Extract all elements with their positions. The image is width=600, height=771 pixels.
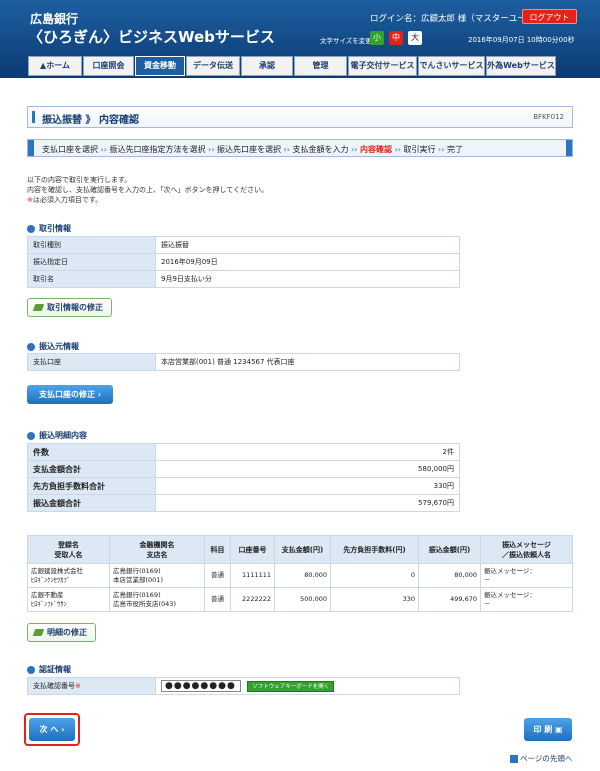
bullet-icon	[27, 665, 35, 674]
table-row: 取引種別 振込振替	[27, 236, 460, 254]
nav-home[interactable]: ▲ホーム	[28, 56, 82, 76]
table-row: 振込金額合計 579,670円	[27, 494, 460, 512]
service-name: 〈ひろぎん〉ビジネスWebサービス	[28, 28, 275, 46]
table-row: 支払確認番号※ ●●●●●●●● ソフトウェアキーボードを開く	[27, 677, 460, 695]
auth-heading: 認証情報	[27, 664, 71, 675]
edit-transaction-button[interactable]: 取引情報の修正	[27, 298, 112, 317]
datetime: 2016年09月07日 10時00分00秒	[468, 36, 575, 44]
table-row: 支払口座 本店営業部(001) 普通 1234567 代表口座	[27, 353, 460, 371]
transaction-info-heading: 取引情報	[27, 223, 71, 234]
bullet-icon	[27, 224, 35, 233]
logout-button[interactable]: ログアウト	[522, 9, 577, 24]
chevron-left-icon	[28, 140, 34, 156]
summary-table: 件数 2件 支払金額合計 580,000円 先方負担手数料合計 330円 振込金…	[27, 443, 460, 512]
font-large-button[interactable]: 大	[408, 31, 422, 45]
nav-admin[interactable]: 管理	[294, 56, 347, 76]
table-row: 広銀不動産 ﾋﾛｷﾞﾝﾌﾄﾞｳｻﾝ 広島銀行(0169) 広島市役所支店(043) …	[27, 587, 573, 612]
step-3: 振込先口座を選択	[217, 145, 281, 154]
font-medium-button[interactable]: 中	[389, 31, 403, 45]
bullet-icon	[27, 431, 35, 440]
intro-text: 以下の内容で取引を実行します。 内容を確認し、支払確認番号を入力の上、「次へ」ボ…	[27, 176, 269, 204]
header: 広島銀行 〈ひろぎん〉ビジネスWebサービス ログイン名：広銀太郎 様（マスター…	[0, 0, 600, 78]
edit-detail-button[interactable]: 明細の修正	[27, 623, 96, 642]
bank-logo: 広島銀行	[30, 12, 79, 26]
step-2: 振込先口座指定方法を選択	[109, 145, 206, 154]
nav-forex[interactable]: 外為Webサービス	[486, 56, 556, 76]
step-7: 完了	[447, 145, 463, 154]
source-info-heading: 振込元情報	[27, 341, 79, 352]
arrow-icon: ››	[351, 145, 358, 154]
step-indicator: 支払口座を選択 ›› 振込先口座指定方法を選択 ›› 振込先口座を選択 ›› 支…	[27, 139, 573, 157]
pencil-icon	[32, 304, 45, 311]
step-1: 支払口座を選択	[42, 145, 98, 154]
arrow-up-icon	[510, 755, 518, 763]
table-row: 振込指定日 2016年09月09日	[27, 253, 460, 271]
summary-heading: 振込明細内容	[27, 430, 87, 441]
page-title-box: 振込振替 》 内容確認 BFKF012	[27, 106, 573, 128]
arrow-icon: ››	[283, 145, 290, 154]
table-row: 件数 2件	[27, 443, 460, 461]
chevron-right-icon	[566, 140, 572, 156]
nav-approval[interactable]: 承認	[241, 56, 293, 76]
page-title: 振込振替 》 内容確認	[42, 115, 139, 126]
software-keyboard-button[interactable]: ソフトウェアキーボードを開く	[247, 680, 335, 692]
source-info-table: 支払口座 本店営業部(001) 普通 1234567 代表口座	[27, 353, 460, 371]
step-6: 取引実行	[403, 145, 436, 154]
login-name: ログイン名：広銀太郎 様（マスターユーザ）	[370, 14, 543, 24]
detail-table: 登録名 受取人名 金融機関名 支店名 科目 口座番号 支払金額(円) 先方負担手数料…	[27, 535, 573, 612]
arrow-icon: ››	[438, 145, 445, 154]
nav-data-transfer[interactable]: データ伝送	[186, 56, 240, 76]
font-size-label: 文字サイズを変更	[320, 37, 372, 45]
table-row: 広銀建設株式会社 ﾋﾛｷﾞﾝｹﾝｾﾂｶﾌﾞ 広島銀行(0169) 本店営業部(001…	[27, 563, 573, 588]
print-button[interactable]: 印 刷 ▣	[524, 718, 572, 741]
confirmation-number-input[interactable]: ●●●●●●●●	[161, 680, 241, 692]
nav-fund-transfer[interactable]: 資金移動	[135, 56, 185, 76]
auth-table: 支払確認番号※ ●●●●●●●● ソフトウェアキーボードを開く	[27, 677, 460, 695]
nav-densai[interactable]: でんさいサービス	[418, 56, 485, 76]
screen-code: BFKF012	[533, 113, 564, 121]
global-nav: ▲ホーム 口座照会 資金移動 データ伝送 承認 管理 電子交付サービス でんさい…	[28, 56, 558, 76]
nav-e-delivery[interactable]: 電子交付サービス	[348, 56, 417, 76]
font-small-button[interactable]: 小	[370, 31, 384, 45]
edit-source-account-button[interactable]: 支払口座の修正 ›	[27, 385, 113, 404]
nav-account-inquiry[interactable]: 口座照会	[83, 56, 134, 76]
arrow-icon: ››	[100, 145, 107, 154]
table-header-row: 登録名 受取人名 金融機関名 支店名 科目 口座番号 支払金額(円) 先方負担手数料…	[27, 535, 573, 564]
printer-icon: ▣	[555, 725, 563, 734]
transaction-info-table: 取引種別 振込振替 振込指定日 2016年09月09日 取引名 9月9日支払い分	[27, 236, 460, 288]
pencil-icon	[32, 629, 45, 636]
step-4: 支払金額を入力	[292, 145, 349, 154]
step-5-current: 内容確認	[360, 145, 392, 154]
arrow-icon: ››	[208, 145, 215, 154]
bullet-icon	[27, 342, 35, 351]
next-button[interactable]: 次 へ ›	[29, 718, 75, 741]
page-top-link[interactable]: ページの先頭へ	[510, 753, 572, 764]
chevron-right-icon: ›	[61, 725, 65, 734]
table-row: 支払金額合計 580,000円	[27, 460, 460, 478]
arrow-icon: ››	[394, 145, 401, 154]
table-row: 先方負担手数料合計 330円	[27, 477, 460, 495]
chevron-right-icon: ›	[97, 390, 102, 399]
table-row: 取引名 9月9日支払い分	[27, 270, 460, 288]
